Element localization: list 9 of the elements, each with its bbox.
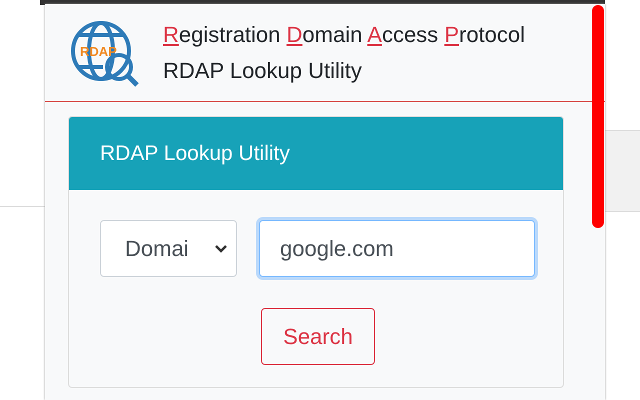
scrollbar[interactable] <box>592 5 604 228</box>
search-button[interactable]: Search <box>261 308 375 365</box>
app-subtitle: RDAP Lookup Utility <box>163 56 363 85</box>
app-title: Registration Domain Access Protocol <box>163 20 526 49</box>
type-dropdown[interactable]: Domai <box>100 220 237 277</box>
globe-search-icon <box>71 20 139 86</box>
query-field[interactable]: google.com <box>259 220 535 277</box>
card-header: RDAP Lookup Utility <box>69 117 563 190</box>
chevron-icon <box>214 244 228 254</box>
